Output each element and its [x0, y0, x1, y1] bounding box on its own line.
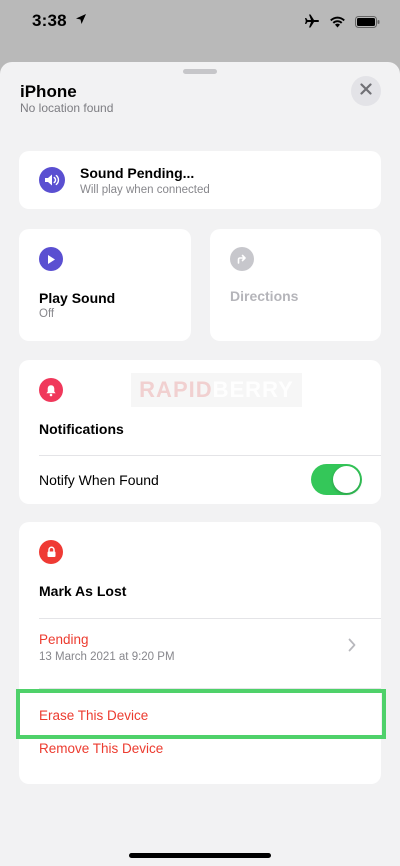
watermark-part1: RAPID [139, 377, 213, 402]
home-indicator[interactable] [129, 853, 271, 858]
play-sound-button[interactable]: Play Sound Off [19, 229, 191, 341]
sound-pending-card: Sound Pending... Will play when connecte… [19, 151, 381, 209]
mark-as-lost-pending-row[interactable]: Pending 13 March 2021 at 9:20 PM [19, 619, 381, 671]
sound-pending-title: Sound Pending... [80, 165, 195, 181]
directions-icon [230, 247, 254, 271]
play-sound-state: Off [39, 308, 55, 320]
mark-as-lost-title: Mark As Lost [39, 583, 127, 599]
directions-label: Directions [230, 288, 299, 304]
bell-icon [39, 378, 63, 402]
mark-as-lost-card: Mark As Lost Pending 13 March 2021 at 9:… [19, 522, 381, 784]
close-button[interactable] [351, 76, 381, 106]
device-location-status: No location found [20, 101, 114, 115]
status-icons [304, 13, 380, 34]
location-arrow-icon [75, 12, 87, 30]
sheet-grabber[interactable] [183, 69, 217, 74]
watermark: RAPID BERRY [131, 373, 302, 407]
status-time: 3:38 [32, 11, 67, 30]
mark-as-lost-date: 13 March 2021 at 9:20 PM [39, 651, 175, 663]
close-icon [360, 82, 372, 100]
notify-when-found-toggle[interactable] [311, 464, 362, 495]
device-title: iPhone [20, 82, 77, 101]
watermark-part2: BERRY [212, 377, 294, 402]
chevron-right-icon [348, 638, 356, 657]
device-sheet: iPhone No location found Sound Pending..… [0, 62, 400, 866]
sound-pending-subtitle: Will play when connected [80, 184, 210, 196]
play-sound-label: Play Sound [39, 290, 116, 306]
notifications-title: Notifications [39, 421, 124, 437]
speaker-icon [39, 167, 65, 193]
toggle-knob [333, 466, 360, 493]
battery-icon [355, 15, 380, 33]
mark-as-lost-status: Pending [39, 632, 89, 647]
divider [39, 455, 381, 456]
play-icon [39, 247, 63, 271]
erase-highlight-box [16, 689, 386, 739]
remove-device-button[interactable]: Remove This Device [39, 741, 163, 756]
status-bar: 3:38 [0, 0, 400, 44]
wifi-icon [329, 15, 346, 33]
notify-when-found-label: Notify When Found [39, 472, 159, 488]
lock-icon [39, 540, 63, 564]
airplane-icon [304, 13, 320, 34]
directions-button[interactable]: Directions [210, 229, 381, 341]
